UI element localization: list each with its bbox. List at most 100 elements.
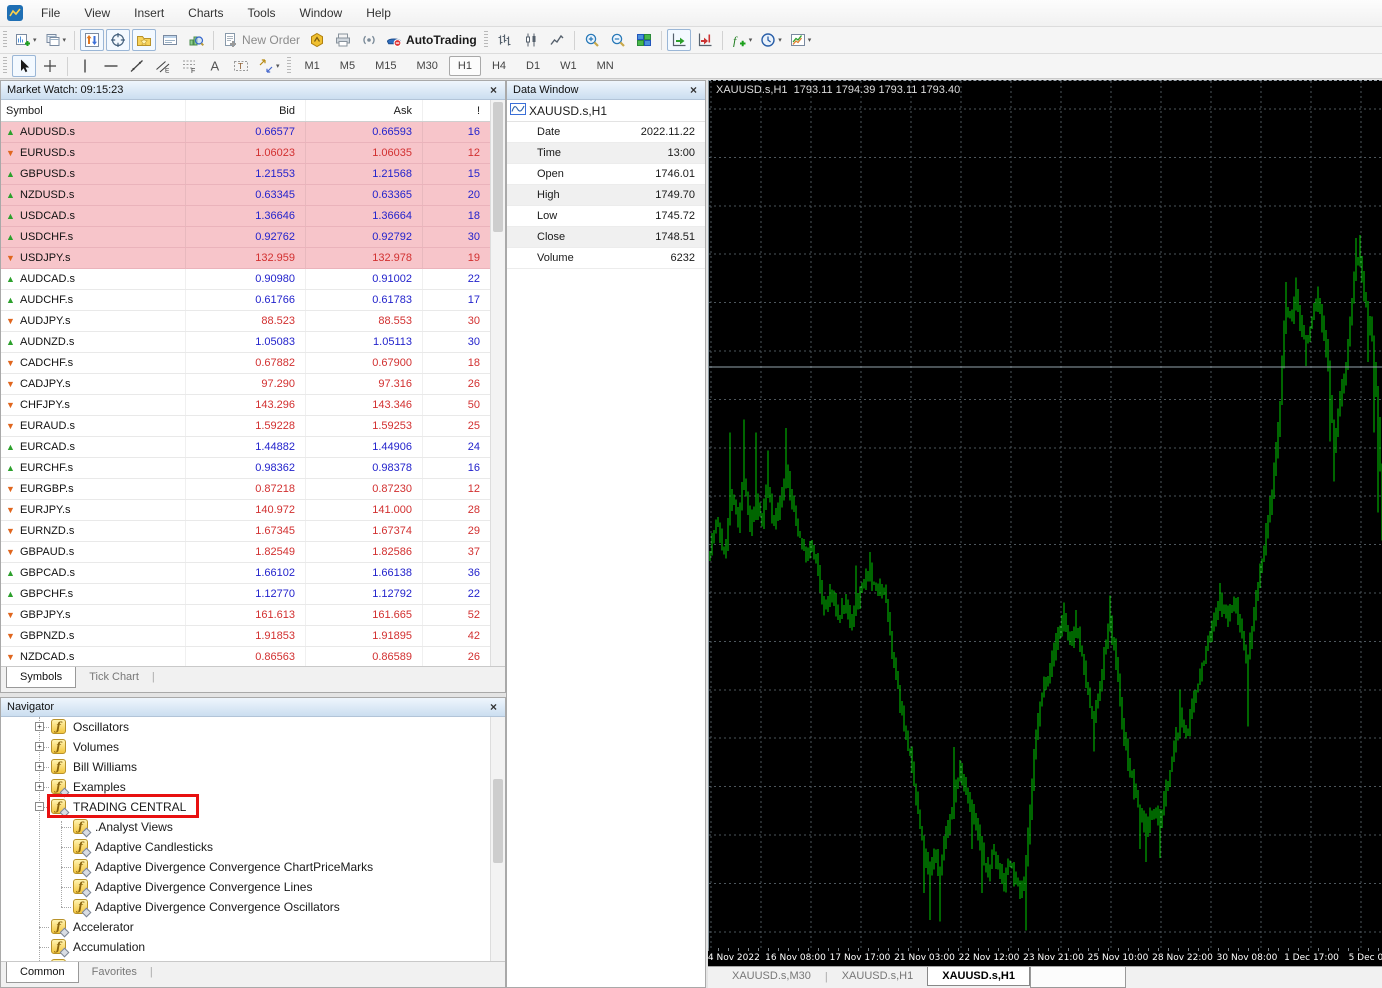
bar-chart-button[interactable] (493, 29, 517, 51)
dropdown-caret-icon[interactable]: ▾ (33, 36, 37, 44)
time-axis[interactable]: 14 Nov 202216 Nov 08:0017 Nov 17:0021 No… (708, 948, 1382, 966)
market-watch-row[interactable]: ▲GBPCAD.s1.661021.6613836 (1, 563, 490, 584)
crosshair-button[interactable] (38, 55, 62, 77)
chart-tab-1[interactable]: XAUUSD.s,H1 (828, 967, 928, 985)
terminal-button[interactable] (158, 29, 182, 51)
market-watch-row[interactable]: ▲EURCHF.s0.983620.9837816 (1, 458, 490, 479)
column-header-bid[interactable]: Bid (186, 100, 306, 121)
dropdown-caret-icon[interactable]: ▾ (808, 36, 812, 44)
market-watch-row[interactable]: ▼CADJPY.s97.29097.31626 (1, 374, 490, 395)
nav-item-adaptive-divergence-convergence-lines[interactable]: ƒAdaptive Divergence Convergence Lines (1, 877, 490, 897)
fibonacci-button[interactable]: F (177, 55, 201, 77)
profiles-button[interactable]: ▾ (42, 29, 70, 51)
new-chart-button[interactable]: ▾ (12, 29, 40, 51)
market-watch-row[interactable]: ▲GBPUSD.s1.215531.2156815 (1, 164, 490, 185)
column-header-symbol[interactable]: Symbol (1, 100, 186, 121)
navigator-titlebar[interactable]: Navigator × (1, 698, 505, 717)
market-watch-row[interactable]: ▼USDJPY.s132.959132.97819 (1, 248, 490, 269)
nav-item-oscillators[interactable]: +ƒOscillators (1, 717, 490, 737)
equidistant-channel-button[interactable]: E (151, 55, 175, 77)
market-watch-row[interactable]: ▲AUDCHF.s0.617660.6178317 (1, 290, 490, 311)
horizontal-line-button[interactable] (99, 55, 123, 77)
market-watch-row[interactable]: ▼EURNZD.s1.673451.6737429 (1, 521, 490, 542)
timeframe-mn-button[interactable]: MN (588, 56, 623, 76)
metaeditor-button[interactable] (305, 29, 329, 51)
menu-window[interactable]: Window (288, 1, 355, 25)
scrollbar-thumb[interactable] (493, 779, 503, 863)
cursor-button[interactable] (12, 55, 36, 77)
menu-help[interactable]: Help (354, 1, 403, 25)
market-watch-row[interactable]: ▼EURAUD.s1.592281.5925325 (1, 416, 490, 437)
market-watch-row[interactable]: ▲AUDUSD.s0.665770.6659316 (1, 122, 490, 143)
close-icon[interactable]: × (488, 701, 499, 713)
market-watch-row[interactable]: ▼GBPNZD.s1.918531.9189542 (1, 626, 490, 647)
chart-shift-button[interactable] (693, 29, 717, 51)
collapse-minus-icon[interactable]: − (35, 802, 44, 811)
nav-item-bill-williams[interactable]: +ƒBill Williams (1, 757, 490, 777)
market-watch-row[interactable]: ▼EURJPY.s140.972141.00028 (1, 500, 490, 521)
indicators-button[interactable]: f▾ (728, 29, 756, 51)
toolbar-grip[interactable] (3, 31, 7, 49)
chart-tab-2[interactable]: XAUUSD.s,H1 (927, 967, 1030, 986)
market-watch-button[interactable] (80, 29, 104, 51)
broadcast-button[interactable] (357, 29, 381, 51)
timeframe-h1-button[interactable]: H1 (449, 56, 481, 76)
nav-item-adaptive-candlesticks[interactable]: ƒAdaptive Candlesticks (1, 837, 490, 857)
nav-item-accelerator[interactable]: ƒAccelerator (1, 917, 490, 937)
strategy-tester-button[interactable] (184, 29, 208, 51)
print-button[interactable] (331, 29, 355, 51)
zoom-in-button[interactable] (580, 29, 604, 51)
timeframe-m5-button[interactable]: M5 (331, 56, 364, 76)
market-watch-row[interactable]: ▼NZDCAD.s0.865630.8658926 (1, 647, 490, 666)
chart-tab-0[interactable]: XAUUSD.s,M30 (718, 967, 825, 985)
navigator-button[interactable] (132, 29, 156, 51)
nav-item-volumes[interactable]: +ƒVolumes (1, 737, 490, 757)
timeframe-m15-button[interactable]: M15 (366, 56, 405, 76)
scrollbar-thumb[interactable] (493, 102, 503, 232)
expand-plus-icon[interactable]: + (35, 762, 44, 771)
timeframe-d1-button[interactable]: D1 (517, 56, 549, 76)
menu-tools[interactable]: Tools (236, 1, 288, 25)
navigator-tab-common[interactable]: Common (6, 962, 79, 983)
toolbar-grip[interactable] (287, 57, 291, 75)
close-icon[interactable]: × (688, 84, 699, 96)
toolbar-grip[interactable] (484, 31, 488, 49)
market-watch-tab-symbols[interactable]: Symbols (6, 667, 76, 688)
timeframe-m1-button[interactable]: M1 (296, 56, 329, 76)
timeframe-m30-button[interactable]: M30 (407, 56, 446, 76)
menu-charts[interactable]: Charts (176, 1, 235, 25)
data-window-button[interactable] (106, 29, 130, 51)
market-watch-titlebar[interactable]: Market Watch: 09:15:23 × (1, 81, 505, 100)
market-watch-row[interactable]: ▼GBPJPY.s161.613161.66552 (1, 605, 490, 626)
market-watch-row[interactable]: ▲AUDCAD.s0.909800.9100222 (1, 269, 490, 290)
menu-file[interactable]: File (29, 1, 72, 25)
tile-windows-button[interactable] (632, 29, 656, 51)
periods-button[interactable]: ▾ (757, 29, 785, 51)
text-button[interactable]: A (203, 55, 227, 77)
market-watch-row[interactable]: ▼CHFJPY.s143.296143.34650 (1, 395, 490, 416)
autotrading-button[interactable]: AutoTrading (383, 29, 480, 51)
menu-view[interactable]: View (72, 1, 122, 25)
data-window-titlebar[interactable]: Data Window × (507, 81, 705, 100)
text-label-button[interactable]: T (229, 55, 253, 77)
nav-item-adaptive-divergence-convergence-oscillators[interactable]: ƒAdaptive Divergence Convergence Oscilla… (1, 897, 490, 917)
dropdown-caret-icon[interactable]: ▾ (276, 62, 280, 70)
nav-item-adaptive-divergence-convergence-chartpricemarks[interactable]: ƒAdaptive Divergence Convergence ChartPr… (1, 857, 490, 877)
navigator-scrollbar[interactable] (490, 717, 505, 961)
zoom-out-button[interactable] (606, 29, 630, 51)
expand-plus-icon[interactable]: + (35, 782, 44, 791)
navigator-tab-favorites[interactable]: Favorites (79, 962, 150, 982)
nav-item--analyst-views[interactable]: ƒ.Analyst Views (1, 817, 490, 837)
market-watch-row[interactable]: ▼CADCHF.s0.678820.6790018 (1, 353, 490, 374)
market-watch-row[interactable]: ▲NZDUSD.s0.633450.6336520 (1, 185, 490, 206)
market-watch-row[interactable]: ▼EURUSD.s1.060231.0603512 (1, 143, 490, 164)
toolbar-grip[interactable] (3, 57, 7, 75)
close-icon[interactable]: × (488, 84, 499, 96)
line-chart-button[interactable] (545, 29, 569, 51)
nav-item-accumulation[interactable]: ƒAccumulation (1, 937, 490, 957)
market-watch-tab-tick-chart[interactable]: Tick Chart (76, 667, 152, 687)
timeframe-h4-button[interactable]: H4 (483, 56, 515, 76)
trendline-button[interactable] (125, 55, 149, 77)
timeframe-w1-button[interactable]: W1 (551, 56, 586, 76)
vertical-line-button[interactable] (73, 55, 97, 77)
